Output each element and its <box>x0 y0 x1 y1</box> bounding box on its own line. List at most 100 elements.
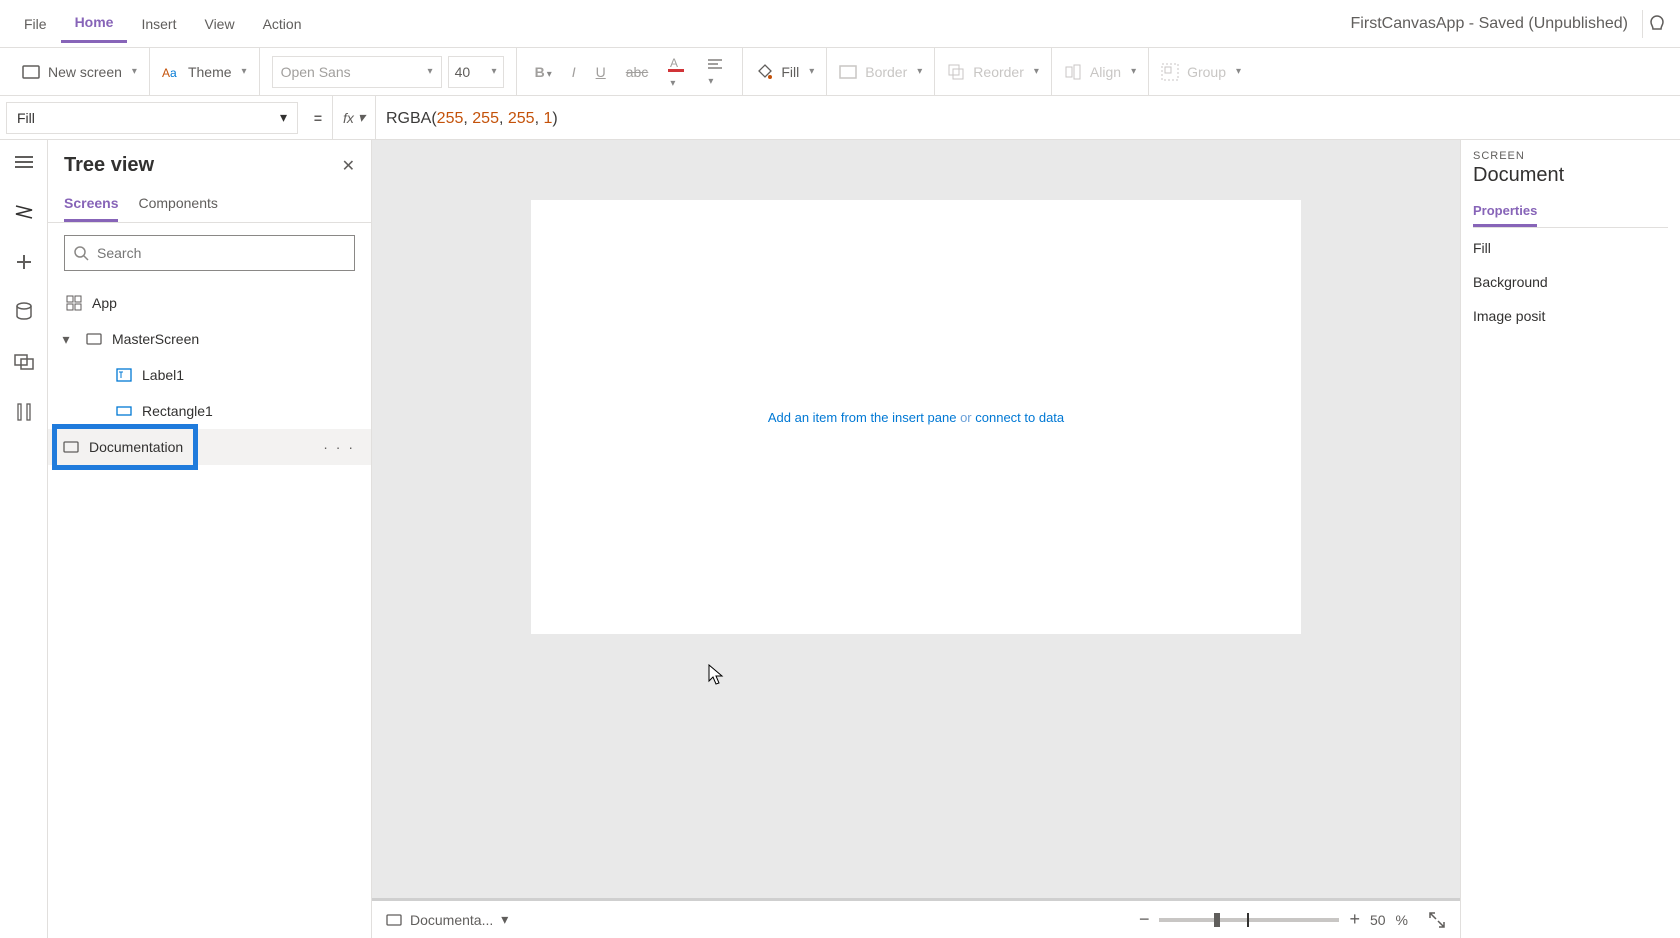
ribbon: New screen ▾ Aa Theme ▾ Open Sans ▾ 40 ▾… <box>0 48 1680 96</box>
equals-label: = <box>304 110 332 126</box>
chevron-down-icon: ▾ <box>280 109 287 126</box>
main-area: Tree view ✕ Screens Components App ▾ <box>0 140 1680 938</box>
reorder-label: Reorder <box>973 64 1024 80</box>
zoom-controls: − + 50 % <box>1139 909 1446 930</box>
bold-button[interactable]: B▾ <box>529 60 558 84</box>
screen-icon <box>61 441 81 453</box>
chevron-down-icon: ▾ <box>242 66 247 77</box>
group-icon <box>1161 63 1179 81</box>
app-checker-icon[interactable] <box>1642 10 1670 38</box>
align-label: Align <box>1090 64 1121 80</box>
menu-bar: File Home Insert View Action FirstCanvas… <box>0 0 1680 48</box>
fill-label: Fill <box>781 64 799 80</box>
selection-highlight: Documentation <box>52 424 198 470</box>
tree-node-masterscreen[interactable]: ▾ MasterScreen <box>48 321 371 357</box>
border-icon <box>839 63 857 81</box>
font-name-select[interactable]: Open Sans ▾ <box>272 56 442 88</box>
data-icon[interactable] <box>10 298 38 326</box>
svg-text:A: A <box>162 66 170 79</box>
connect-data-link[interactable]: connect to data <box>975 410 1064 425</box>
properties-type-label: SCREEN <box>1473 150 1668 162</box>
property-image-position[interactable]: Image posit <box>1473 296 1668 330</box>
property-selector[interactable]: Fill ▾ <box>6 102 298 134</box>
font-size-value: 40 <box>455 64 471 80</box>
menu-home[interactable]: Home <box>61 4 128 43</box>
property-background-image[interactable]: Background <box>1473 262 1668 296</box>
mouse-cursor-icon <box>708 664 726 686</box>
zoom-value: 50 <box>1370 912 1386 928</box>
tree: App ▾ MasterScreen Label1 Rectangle1 <box>48 283 371 467</box>
property-fill[interactable]: Fill <box>1473 228 1668 262</box>
fx-button[interactable]: fx ▾ <box>332 96 376 139</box>
properties-pane: SCREEN Document Properties Fill Backgrou… <box>1460 140 1680 938</box>
design-canvas[interactable]: Add an item from the insert pane or conn… <box>531 200 1301 634</box>
group-button[interactable]: Group ▾ <box>1149 48 1253 96</box>
fit-to-window-icon[interactable] <box>1428 911 1446 929</box>
tree-search[interactable] <box>64 235 355 271</box>
screen-icon <box>386 914 402 926</box>
chevron-down-icon[interactable]: ▾ <box>56 331 76 348</box>
screen-selector[interactable]: Documenta... ▾ <box>386 911 508 928</box>
menu-file[interactable]: File <box>10 6 61 42</box>
status-bar: Documenta... ▾ − + 50 % <box>372 898 1460 938</box>
font-color-button[interactable]: A ▾ <box>662 51 692 93</box>
tab-components[interactable]: Components <box>138 187 217 222</box>
underline-button[interactable]: U <box>590 60 612 84</box>
canvas-hint: Add an item from the insert pane or conn… <box>768 410 1064 425</box>
tree-node-label1[interactable]: Label1 <box>48 357 371 393</box>
chevron-down-icon: ▾ <box>501 911 508 928</box>
strikethrough-button[interactable]: abc <box>620 60 655 84</box>
tree-node-label: Documentation <box>89 439 183 455</box>
media-icon[interactable] <box>10 348 38 376</box>
fx-label: fx <box>343 110 354 126</box>
left-rail <box>0 140 48 938</box>
formula-input[interactable]: RGBA(255, 255, 255, 1) <box>376 108 568 128</box>
zoom-in-button[interactable]: + <box>1349 909 1360 930</box>
new-screen-button[interactable]: New screen ▾ <box>10 48 150 96</box>
screen-icon <box>84 333 104 345</box>
theme-label: Theme <box>188 64 232 80</box>
advanced-tools-icon[interactable] <box>10 398 38 426</box>
italic-button[interactable]: I <box>566 60 582 84</box>
group-label: Group <box>1187 64 1226 80</box>
properties-screen-name: Document <box>1473 164 1668 187</box>
close-icon[interactable]: ✕ <box>342 156 355 176</box>
insert-icon[interactable] <box>10 248 38 276</box>
rectangle-icon <box>114 404 134 418</box>
screen-selector-label: Documenta... <box>410 912 493 928</box>
tree-node-app[interactable]: App <box>48 285 371 321</box>
menu-insert[interactable]: Insert <box>127 6 190 42</box>
paint-bucket-icon <box>755 63 773 81</box>
more-options-icon[interactable]: · · · <box>323 439 355 455</box>
chevron-down-icon: ▾ <box>428 66 433 77</box>
border-button[interactable]: Border ▾ <box>827 48 935 96</box>
tree-view-pane: Tree view ✕ Screens Components App ▾ <box>48 140 372 938</box>
hamburger-icon[interactable] <box>10 148 38 176</box>
zoom-slider-thumb[interactable] <box>1214 913 1220 927</box>
tree-view-icon[interactable] <box>10 198 38 226</box>
fill-button[interactable]: Fill ▾ <box>743 48 827 96</box>
zoom-slider[interactable] <box>1159 918 1339 922</box>
tree-node-label: Label1 <box>142 367 184 383</box>
align-icon <box>1064 63 1082 81</box>
tree-node-documentation[interactable]: Documentation · · · <box>48 429 371 465</box>
zoom-out-button[interactable]: − <box>1139 909 1150 930</box>
property-selector-value: Fill <box>17 110 35 126</box>
canvas-area: Add an item from the insert pane or conn… <box>372 140 1460 938</box>
formula-fn: RGBA <box>386 110 431 127</box>
menu-view[interactable]: View <box>190 6 248 42</box>
align-button[interactable]: Align ▾ <box>1052 48 1149 96</box>
search-icon <box>73 245 89 261</box>
font-size-select[interactable]: 40 ▾ <box>448 56 504 88</box>
tree-node-label: Rectangle1 <box>142 403 213 419</box>
theme-button[interactable]: Aa Theme ▾ <box>150 48 260 96</box>
tree-view-title: Tree view <box>64 154 342 177</box>
reorder-button[interactable]: Reorder ▾ <box>935 48 1052 96</box>
insert-pane-link[interactable]: Add an item from the insert pane <box>768 410 957 425</box>
tab-properties[interactable]: Properties <box>1473 197 1537 227</box>
tab-screens[interactable]: Screens <box>64 187 118 222</box>
text-align-button[interactable]: ▾ <box>700 53 730 91</box>
tree-search-input[interactable] <box>97 245 346 261</box>
new-screen-label: New screen <box>48 64 122 80</box>
menu-action[interactable]: Action <box>249 6 316 42</box>
